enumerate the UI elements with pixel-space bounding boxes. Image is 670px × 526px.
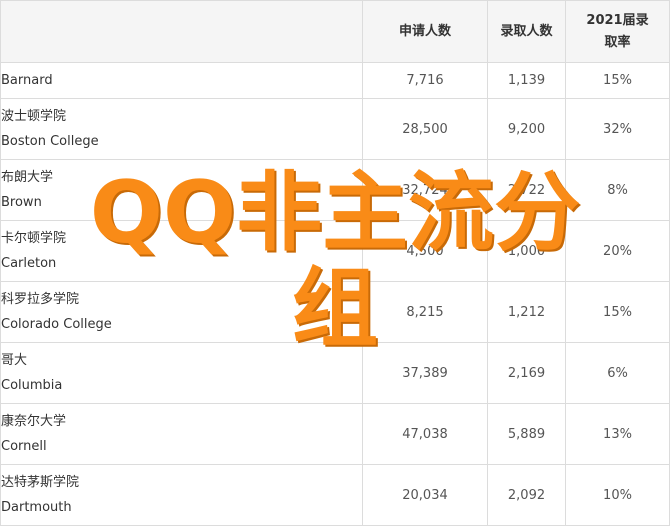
rate-cell: 13% — [565, 403, 670, 465]
table-row: 康奈尔大学 Cornell 47,038 5,889 13% — [0, 403, 670, 465]
table-row: 布朗大学 Brown 32,724 2,722 8% — [0, 159, 670, 221]
rate-cell: 15% — [565, 281, 670, 343]
table-row: Barnard 7,716 1,139 15% — [0, 62, 670, 99]
applicants-cell: 37,389 — [362, 342, 488, 404]
admitted-cell: 9,200 — [487, 98, 566, 160]
school-name-zh: 卡尔顿学院 — [1, 231, 67, 246]
admitted-cell: 5,889 — [487, 403, 566, 465]
rate-cell: 15% — [565, 62, 670, 99]
table-row: 卡尔顿学院 Carleton 4,500 1,000 20% — [0, 220, 670, 282]
applicants-cell: 32,724 — [362, 159, 488, 221]
header-rate-label: 2021届录取率 — [586, 12, 649, 50]
applicants-cell: 28,500 — [362, 98, 488, 160]
table-row: 波士顿学院 Boston College 28,500 9,200 32% — [0, 98, 670, 160]
admitted-cell: 1,139 — [487, 62, 566, 99]
school-name-en: Boston College — [1, 134, 99, 149]
admitted-cell: 2,169 — [487, 342, 566, 404]
admissions-table: 申请人数 录取人数 2021届录取率 Barnard 7,716 1,139 1… — [0, 0, 670, 526]
header-rate: 2021届录取率 — [565, 0, 670, 63]
rate-cell: 6% — [565, 342, 670, 404]
school-name-zh: 科罗拉多学院 — [1, 292, 80, 307]
table-row: 哥大 Columbia 37,389 2,169 6% — [0, 342, 670, 404]
school-name-zh: 波士顿学院 — [1, 109, 67, 124]
school-name: 波士顿学院 Boston College — [0, 98, 363, 160]
school-name: 哥大 Columbia — [0, 342, 363, 404]
school-name-zh: 布朗大学 — [1, 170, 54, 185]
school-name-zh: 达特茅斯学院 — [1, 475, 80, 490]
school-name-en: Columbia — [1, 378, 63, 393]
header-applicants: 申请人数 — [362, 0, 488, 63]
school-name-en: Dartmouth — [1, 500, 72, 515]
school-name: Barnard — [0, 62, 363, 99]
school-name: 卡尔顿学院 Carleton — [0, 220, 363, 282]
admitted-cell: 2,092 — [487, 464, 566, 526]
applicants-cell: 47,038 — [362, 403, 488, 465]
school-name-en: Colorado College — [1, 317, 112, 332]
admitted-cell: 1,212 — [487, 281, 566, 343]
table-header-row: 申请人数 录取人数 2021届录取率 — [0, 0, 670, 63]
school-name: 布朗大学 Brown — [0, 159, 363, 221]
school-name-en: Cornell — [1, 439, 47, 454]
applicants-cell: 20,034 — [362, 464, 488, 526]
rate-cell: 10% — [565, 464, 670, 526]
admitted-cell: 1,000 — [487, 220, 566, 282]
school-name-zh: 哥大 — [1, 353, 28, 368]
applicants-cell: 4,500 — [362, 220, 488, 282]
applicants-cell: 8,215 — [362, 281, 488, 343]
table-row: 科罗拉多学院 Colorado College 8,215 1,212 15% — [0, 281, 670, 343]
school-name-en: Barnard — [1, 73, 53, 88]
admitted-cell: 2,722 — [487, 159, 566, 221]
applicants-cell: 7,716 — [362, 62, 488, 99]
rate-cell: 32% — [565, 98, 670, 160]
school-name: 达特茅斯学院 Dartmouth — [0, 464, 363, 526]
rate-cell: 20% — [565, 220, 670, 282]
header-admitted: 录取人数 — [487, 0, 566, 63]
school-name-en: Carleton — [1, 256, 57, 271]
school-name: 康奈尔大学 Cornell — [0, 403, 363, 465]
header-school — [0, 0, 363, 63]
school-name-en: Brown — [1, 195, 42, 210]
table-row: 达特茅斯学院 Dartmouth 20,034 2,092 10% — [0, 464, 670, 526]
school-name: 科罗拉多学院 Colorado College — [0, 281, 363, 343]
rate-cell: 8% — [565, 159, 670, 221]
school-name-zh: 康奈尔大学 — [1, 414, 67, 429]
